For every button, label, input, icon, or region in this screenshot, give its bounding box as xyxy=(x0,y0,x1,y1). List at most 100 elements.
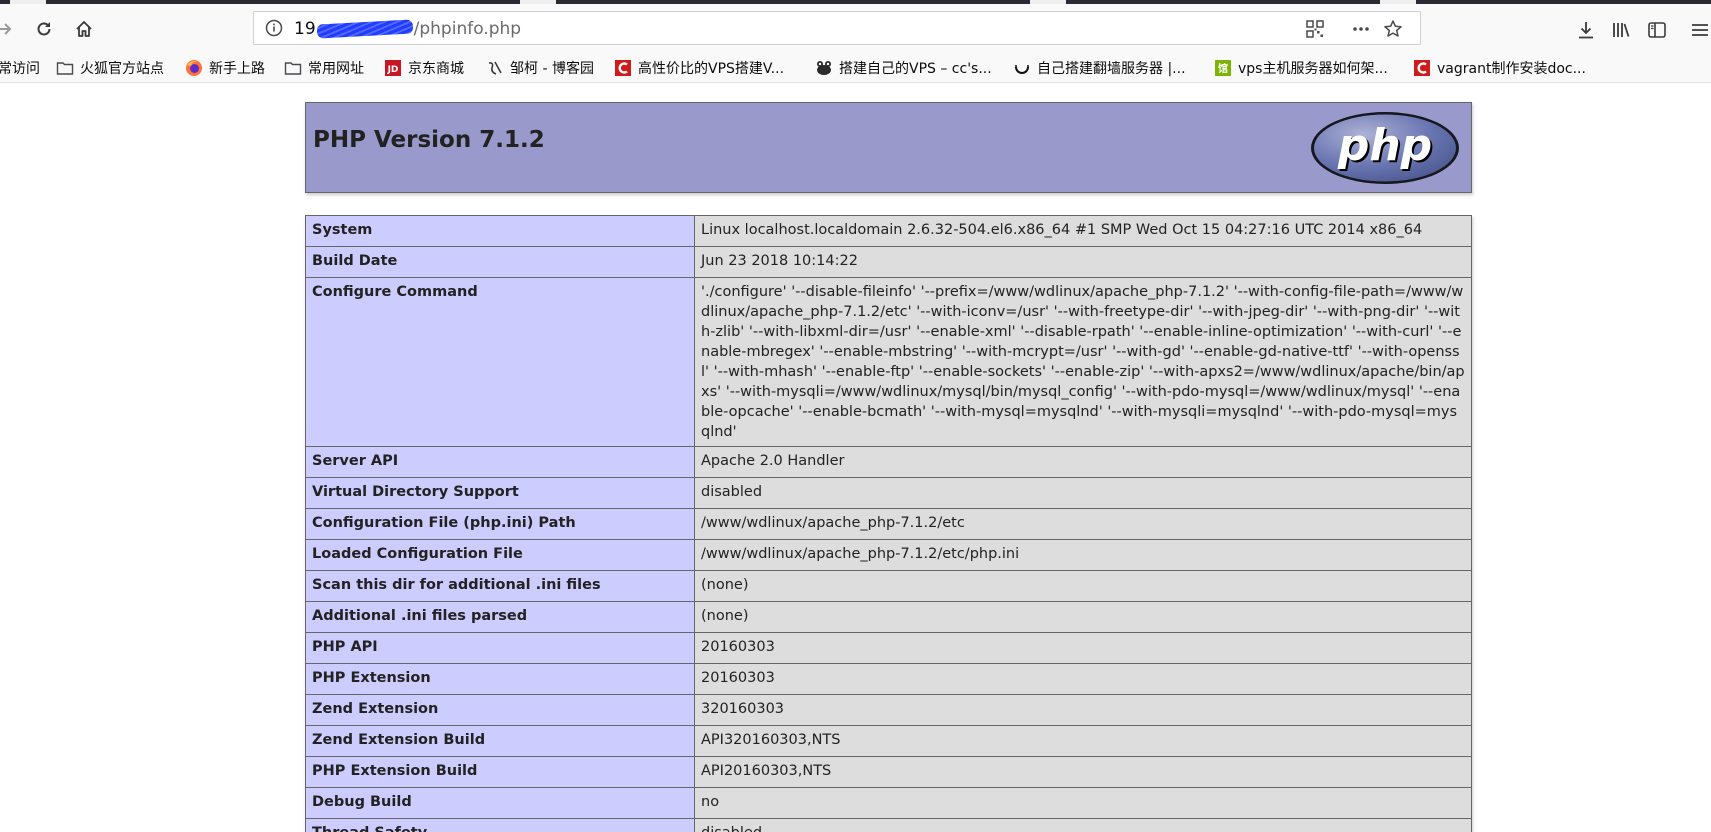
table-row: PHP Extension Build API20160303,NTS xyxy=(305,756,1472,788)
table-row: Debug Build no xyxy=(305,787,1472,819)
setting-value-cell: API20160303,NTS xyxy=(694,756,1472,788)
setting-name-cell: System xyxy=(305,215,695,247)
svg-text:JD: JD xyxy=(387,65,399,75)
table-row: Server API Apache 2.0 Handler xyxy=(305,446,1472,478)
reload-button[interactable] xyxy=(30,15,58,43)
setting-value-cell: /www/wdlinux/apache_php-7.1.2/etc/php.in… xyxy=(694,539,1472,571)
qr-code-icon xyxy=(1306,20,1324,38)
download-icon xyxy=(1579,22,1593,39)
bookmark-label: 常访问 xyxy=(0,61,40,77)
setting-name-cell: Loaded Configuration File xyxy=(305,539,695,571)
setting-value-cell: (none) xyxy=(694,570,1472,602)
php-version-header: PHP Version 7.1.2 php php xyxy=(305,102,1472,193)
table-row: System Linux localhost.localdomain 2.6.32… xyxy=(305,215,1472,247)
table-row: PHP API 20160303 xyxy=(305,632,1472,664)
bookmark-item[interactable]: JD 京东商城 xyxy=(384,57,464,79)
c-red-icon xyxy=(614,59,632,77)
svg-text:php: php xyxy=(1337,120,1432,171)
more-dots-icon xyxy=(1353,27,1369,31)
bookmark-label: vagrant制作安装doc... xyxy=(1437,61,1586,77)
bookmark-item[interactable]: 常用网址 xyxy=(284,57,364,79)
bookmark-item[interactable]: 火狐官方站点 xyxy=(56,57,164,79)
frog-icon xyxy=(815,59,833,77)
library-button[interactable] xyxy=(1609,18,1633,42)
qr-code-button[interactable] xyxy=(1304,18,1326,40)
hamburger-menu-icon xyxy=(1692,24,1708,36)
firefox-icon xyxy=(185,59,203,77)
table-row: Configure Command './configure' '--disabl… xyxy=(305,277,1472,447)
url-path: /phpinfo.php xyxy=(413,19,522,39)
folder-icon xyxy=(284,59,302,77)
phpinfo-table: System Linux localhost.localdomain 2.6.32… xyxy=(305,215,1472,832)
url-text[interactable]: 19/phpinfo.php xyxy=(294,19,521,39)
page-title: PHP Version 7.1.2 xyxy=(313,127,545,153)
arrow-right-icon xyxy=(0,23,12,35)
setting-value-cell: disabled xyxy=(694,477,1472,509)
table-row: Thread Safetydisabled xyxy=(305,818,1472,832)
url-bar[interactable]: 19/phpinfo.php xyxy=(253,11,1421,45)
c-red-icon xyxy=(1413,59,1431,77)
bookmark-item[interactable]: vagrant制作安装doc... xyxy=(1413,57,1586,79)
jd-icon: JD xyxy=(384,59,402,77)
folder-icon xyxy=(56,59,74,77)
green-box-icon: 馆 xyxy=(1214,59,1232,77)
setting-value-cell: /www/wdlinux/apache_php-7.1.2/etc xyxy=(694,508,1472,540)
home-button[interactable] xyxy=(70,15,98,43)
menu-button[interactable] xyxy=(1688,18,1711,42)
bookmarks-toolbar: 常访问 火狐官方站点 新手上路 常用网址 JD 京东商城 邹柯 - 博客园 高性… xyxy=(0,54,1711,83)
setting-name-cell: Additional .ini files parsed xyxy=(305,601,695,633)
setting-value-cell: Linux localhost.localdomain 2.6.32-504.e… xyxy=(694,215,1472,247)
page-content: PHP Version 7.1.2 php php System Linux lo… xyxy=(0,83,1711,832)
forward-button[interactable] xyxy=(0,15,19,43)
table-row: Virtual Directory Support disabled xyxy=(305,477,1472,509)
table-row: Configuration File (php.ini) Path/www/wd… xyxy=(305,508,1472,540)
bookmark-label: 新手上路 xyxy=(209,61,265,77)
table-row: PHP Extension 20160303 xyxy=(305,663,1472,695)
bookmark-star-button[interactable] xyxy=(1382,18,1404,40)
info-icon[interactable] xyxy=(265,19,283,37)
star-icon xyxy=(1384,20,1402,37)
bookmark-item[interactable]: 邹柯 - 博客园 xyxy=(486,57,594,79)
redacted-host-mark xyxy=(316,19,413,39)
table-row: Zend Extension 320160303 xyxy=(305,694,1472,726)
setting-name-cell: Virtual Directory Support xyxy=(305,477,695,509)
setting-name-cell: Zend Extension xyxy=(305,694,695,726)
setting-name-cell: Zend Extension Build xyxy=(305,725,695,757)
bookmark-label: 自己搭建翻墙服务器 |... xyxy=(1037,61,1186,77)
setting-name-cell: Debug Build xyxy=(305,787,695,819)
setting-name-cell: Thread Safety xyxy=(305,818,695,832)
reload-icon xyxy=(37,22,51,36)
setting-name-cell: Configuration File (php.ini) Path xyxy=(305,508,695,540)
bookmark-label: 高性价比的VPS搭建V... xyxy=(638,61,785,77)
sidebar-icon xyxy=(1648,22,1666,38)
setting-value-cell: no xyxy=(694,787,1472,819)
table-row: Scan this dir for additional .ini files(… xyxy=(305,570,1472,602)
bookmark-label: 京东商城 xyxy=(408,61,464,77)
bookmark-item[interactable]: 搭建自己的VPS – cc's... xyxy=(815,57,992,79)
bookmark-item[interactable]: 馆 vps主机服务器如何架... xyxy=(1214,57,1388,79)
bookmark-item[interactable]: 新手上路 xyxy=(185,57,265,79)
bookmark-item[interactable]: 常访问 xyxy=(0,57,40,79)
bookmark-item[interactable]: 自己搭建翻墙服务器 |... xyxy=(1013,57,1186,79)
setting-name-cell: Scan this dir for additional .ini files xyxy=(305,570,695,602)
smile-icon xyxy=(1013,59,1031,77)
php-logo-icon: php php xyxy=(1311,112,1459,184)
setting-value-cell: './configure' '--disable-fileinfo' '--pr… xyxy=(694,277,1472,447)
bookmark-label: 常用网址 xyxy=(308,61,364,77)
setting-value-cell: (none) xyxy=(694,601,1472,633)
setting-value-cell: Jun 23 2018 10:14:22 xyxy=(694,246,1472,278)
svg-text:馆: 馆 xyxy=(1218,62,1228,75)
page-actions-button[interactable] xyxy=(1350,18,1372,40)
table-row: Additional .ini files parsed (none) xyxy=(305,601,1472,633)
table-row: Zend Extension Build API320160303,NTS xyxy=(305,725,1472,757)
table-row: Build Date Jun 23 2018 10:14:22 xyxy=(305,246,1472,278)
bookmark-label: 邹柯 - 博客园 xyxy=(510,61,594,77)
sidebar-toggle-button[interactable] xyxy=(1645,18,1669,42)
bookmark-label: 火狐官方站点 xyxy=(80,61,164,77)
setting-value-cell: disabled xyxy=(694,818,1472,832)
bookmark-label: vps主机服务器如何架... xyxy=(1238,61,1388,77)
cnblogs-icon xyxy=(486,59,504,77)
bookmark-item[interactable]: 高性价比的VPS搭建V... xyxy=(614,57,784,79)
downloads-button[interactable] xyxy=(1574,18,1598,42)
navigation-toolbar: 19/phpinfo.php xyxy=(0,4,1711,54)
